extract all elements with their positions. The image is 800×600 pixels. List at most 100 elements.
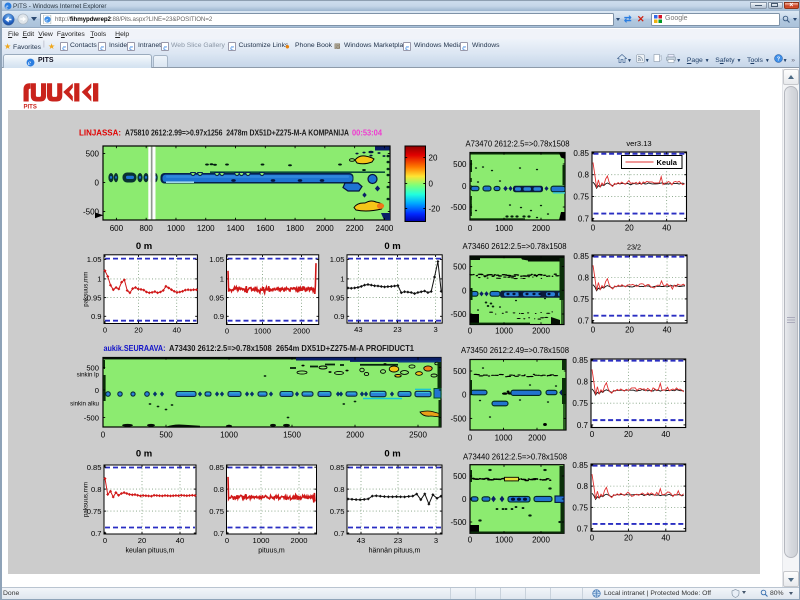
svg-text:0.75: 0.75 xyxy=(209,507,224,516)
svg-text:0.85: 0.85 xyxy=(572,461,588,470)
svg-text:0: 0 xyxy=(468,433,473,442)
svg-text:0: 0 xyxy=(462,286,467,295)
svg-text:1000: 1000 xyxy=(220,431,238,440)
svg-text:0: 0 xyxy=(225,536,229,545)
svg-text:0: 0 xyxy=(468,327,473,336)
svg-text:Keula: Keula xyxy=(657,158,678,167)
svg-text:0.75: 0.75 xyxy=(330,507,345,516)
svg-text:0: 0 xyxy=(590,534,595,543)
svg-text:1: 1 xyxy=(97,275,101,284)
svg-text:2000: 2000 xyxy=(291,536,308,545)
svg-text:-20: -20 xyxy=(429,205,441,214)
svg-text:0.7: 0.7 xyxy=(213,529,224,538)
svg-text:40: 40 xyxy=(663,326,672,335)
svg-text:3: 3 xyxy=(434,536,438,545)
svg-text:43: 43 xyxy=(354,325,362,334)
svg-text:0.7: 0.7 xyxy=(91,529,102,538)
svg-text:0: 0 xyxy=(591,326,596,335)
svg-text:0.9: 0.9 xyxy=(213,312,224,321)
svg-text:600: 600 xyxy=(110,224,124,233)
svg-text:3: 3 xyxy=(433,325,437,334)
svg-text:1000: 1000 xyxy=(167,224,185,233)
svg-text:1: 1 xyxy=(340,275,344,284)
svg-text:0.75: 0.75 xyxy=(573,192,589,201)
svg-text:0.85: 0.85 xyxy=(572,356,588,365)
svg-text:0: 0 xyxy=(468,224,473,233)
svg-text:1400: 1400 xyxy=(227,224,245,233)
svg-text:-500: -500 xyxy=(450,414,467,423)
svg-text:500: 500 xyxy=(453,367,467,376)
svg-text:1500: 1500 xyxy=(283,431,301,440)
svg-text:20: 20 xyxy=(624,534,633,543)
svg-text:0.7: 0.7 xyxy=(578,214,590,223)
svg-text:1000: 1000 xyxy=(253,536,270,545)
svg-text:e: e xyxy=(6,3,9,10)
svg-text:1800: 1800 xyxy=(286,224,304,233)
svg-text:1600: 1600 xyxy=(256,224,274,233)
svg-text:20: 20 xyxy=(624,430,633,439)
svg-text:0.85: 0.85 xyxy=(87,463,102,472)
svg-text:-500: -500 xyxy=(450,518,467,527)
svg-text:20: 20 xyxy=(625,326,634,335)
svg-text:2000: 2000 xyxy=(532,535,550,544)
svg-text:2500: 2500 xyxy=(409,431,427,440)
svg-text:20: 20 xyxy=(138,536,146,545)
svg-text:1.05: 1.05 xyxy=(87,255,102,264)
svg-text:keulan pituus,m: keulan pituus,m xyxy=(125,548,174,555)
svg-text:0.8: 0.8 xyxy=(577,482,589,491)
svg-text:0: 0 xyxy=(103,536,107,545)
svg-text:0: 0 xyxy=(95,179,100,188)
svg-text:2400: 2400 xyxy=(376,224,394,233)
svg-text:00:53:04: 00:53:04 xyxy=(352,129,382,138)
svg-text:0.9: 0.9 xyxy=(91,312,102,321)
svg-text:500: 500 xyxy=(86,150,100,159)
svg-text:sinkin alku: sinkin alku xyxy=(70,401,99,408)
svg-text:0.8: 0.8 xyxy=(578,273,590,282)
svg-text:0.7: 0.7 xyxy=(577,525,589,534)
svg-text:0.75: 0.75 xyxy=(573,295,589,304)
svg-text:0 m: 0 m xyxy=(384,449,400,460)
svg-text:ver3.13: ver3.13 xyxy=(626,139,651,148)
svg-text:1000: 1000 xyxy=(495,224,513,233)
svg-text:0: 0 xyxy=(468,535,473,544)
svg-text:2000: 2000 xyxy=(316,224,334,233)
svg-text:-500: -500 xyxy=(450,203,467,212)
svg-text:2000: 2000 xyxy=(293,327,310,336)
svg-text:A73450 2612:2.49=>0.78x1508: A73450 2612:2.49=>0.78x1508 xyxy=(461,346,569,355)
svg-text:40: 40 xyxy=(176,536,184,545)
svg-text:1000: 1000 xyxy=(495,535,513,544)
svg-text:aukik.SEURAAVA:: aukik.SEURAAVA: xyxy=(104,344,166,353)
svg-text:-500: -500 xyxy=(83,208,100,217)
svg-text:2000: 2000 xyxy=(532,327,550,336)
svg-text:0.75: 0.75 xyxy=(572,399,588,408)
svg-text:0.85: 0.85 xyxy=(330,463,345,472)
svg-text:pituus,m: pituus,m xyxy=(258,548,285,555)
svg-text:800: 800 xyxy=(140,224,154,233)
svg-text:0.8: 0.8 xyxy=(578,171,590,180)
svg-text:0.8: 0.8 xyxy=(577,377,589,386)
svg-text:0.85: 0.85 xyxy=(573,149,589,158)
svg-text:2000: 2000 xyxy=(528,433,546,442)
svg-text:paksuus,mm: paksuus,mm xyxy=(83,482,90,517)
svg-text:1200: 1200 xyxy=(197,224,215,233)
svg-text:23: 23 xyxy=(393,325,401,334)
svg-text:500: 500 xyxy=(453,263,467,272)
svg-text:0 m: 0 m xyxy=(136,449,152,460)
svg-text:A73460 2612:2.5=>0.78x1508: A73460 2612:2.5=>0.78x1508 xyxy=(463,242,567,251)
svg-text:20: 20 xyxy=(134,326,142,335)
svg-text:0: 0 xyxy=(462,391,467,400)
svg-text:0.8: 0.8 xyxy=(91,485,102,494)
svg-text:43: 43 xyxy=(357,536,365,545)
svg-text:0: 0 xyxy=(101,431,106,440)
svg-text:0.7: 0.7 xyxy=(578,316,590,325)
svg-text:A73470 2612:2.5=>0.78x1508: A73470 2612:2.5=>0.78x1508 xyxy=(466,140,570,149)
svg-text:A73430 2612:2.5=>0.78x1508 26: A73430 2612:2.5=>0.78x1508 2654m DX51D+Z… xyxy=(169,344,414,353)
svg-text:0.8: 0.8 xyxy=(213,485,224,494)
svg-text:1000: 1000 xyxy=(495,433,513,442)
svg-text:0 m: 0 m xyxy=(384,241,400,252)
svg-text:2000: 2000 xyxy=(346,431,364,440)
svg-text:23: 23 xyxy=(394,536,402,545)
svg-text:0.8: 0.8 xyxy=(334,485,345,494)
svg-text:40: 40 xyxy=(661,430,670,439)
svg-text:0: 0 xyxy=(462,182,467,191)
